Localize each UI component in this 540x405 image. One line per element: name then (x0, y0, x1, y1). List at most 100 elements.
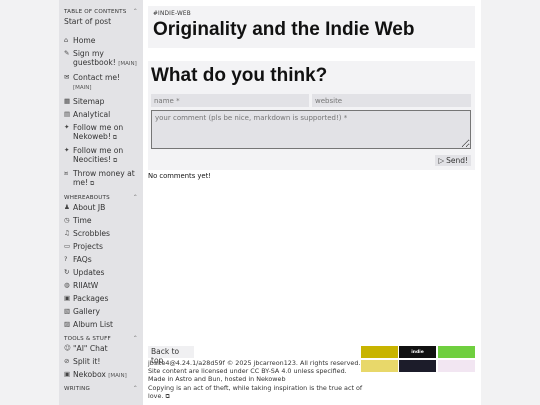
sidebar: TABLE OF CONTENTS ⌃ Start of post ⌂ Home ✎… (59, 0, 143, 405)
tools-header[interactable]: TOOLS & STUFF ⌃ (64, 335, 138, 342)
gallery-icon: ▧ (64, 307, 71, 315)
badge-1[interactable] (361, 346, 398, 358)
faq-icon: ? (64, 255, 68, 263)
post-header: #INDIE-WEB Originality and the Indie Web (148, 6, 475, 48)
sidebar-item-text: RIIAtW (73, 281, 98, 290)
toc-header[interactable]: TABLE OF CONTENTS ⌃ (64, 8, 138, 15)
badge-indie[interactable]: indie (399, 346, 436, 358)
back-to-top-button[interactable]: Back to top (148, 346, 194, 365)
sidebar-item-follow-me-on-nekoweb[interactable]: ✦ Follow me on Nekoweb! ⧉ (64, 123, 138, 142)
sidebar-item-text: Home (73, 36, 95, 45)
sidebar-item-label: Updates (73, 268, 105, 277)
sitemap-icon: ▦ (64, 97, 71, 105)
sidebar-item-ai-chat[interactable]: ☺ "AI" Chat (64, 344, 138, 353)
sidebar-item-contact-me[interactable]: ✉ Contact me! [MAIN] (64, 73, 138, 93)
sidebar-item-label: Analytical (73, 110, 111, 119)
sidebar-item-projects[interactable]: ▭ Projects (64, 242, 138, 251)
name-input[interactable] (151, 94, 309, 107)
sidebar-item-text: Packages (73, 294, 108, 303)
sidebar-item-text: Split it! (73, 357, 100, 366)
sidebar-item-label: About JB (73, 203, 106, 212)
chevron-up-icon[interactable]: ⌃ (133, 8, 138, 15)
post-tag[interactable]: #INDIE-WEB (153, 11, 470, 17)
sidebar-item-label: Throw money at me! (73, 169, 135, 187)
external-link-icon[interactable]: ⧉ (165, 393, 169, 400)
analytics-icon: ▤ (64, 110, 71, 118)
sidebar-item-time[interactable]: ◷ Time (64, 216, 138, 225)
nekobox-icon: ▣ (64, 370, 71, 378)
sidebar-item-riiatw[interactable]: ◍ RIIAtW (64, 281, 138, 290)
chevron-up-icon[interactable]: ⌃ (133, 385, 138, 392)
footer-text: jbsite4@4.24.1/a28d59f © 2025 jbcarreon1… (148, 359, 363, 401)
footer-quote-line: Copying is an act of theft, while taking… (148, 384, 363, 401)
sidebar-item-label: Scrobbles (73, 229, 110, 238)
ai-chat-icon: ☺ (64, 344, 71, 352)
sidebar-item-sitemap[interactable]: ▦ Sitemap (64, 97, 138, 106)
sidebar-item-text: Contact me! [MAIN] (73, 73, 138, 93)
projects-icon: ▭ (64, 242, 71, 250)
sidebar-item-label: Packages (73, 294, 109, 303)
album-icon: ▨ (64, 320, 71, 328)
main-tag: [MAIN] (73, 85, 92, 91)
sidebar-item-updates[interactable]: ↻ Updates (64, 268, 138, 277)
sidebar-item-label: Sitemap (73, 97, 105, 106)
badge-3[interactable] (438, 346, 475, 358)
sidebar-item-text: Follow me on Neocities! ⧉ (73, 146, 138, 165)
toc-item-label: Start of post (64, 17, 112, 26)
sidebar-item-nekobox[interactable]: ▣ Nekobox [MAIN] (64, 370, 138, 381)
send-button[interactable]: ▷ Send! (435, 155, 471, 166)
sidebar-item-label: RIIAtW (73, 281, 99, 290)
globe-icon: ◍ (64, 281, 70, 289)
sidebar-item-album-list[interactable]: ▨ Album List (64, 320, 138, 329)
scrobble-icon: ♫ (64, 229, 70, 237)
sidebar-item-label: "AI" Chat (73, 344, 108, 353)
page-title: Originality and the Indie Web (153, 19, 415, 40)
sidebar-item-text: Album List (73, 320, 113, 329)
badge-6[interactable] (438, 360, 475, 372)
sidebar-item-home[interactable]: ⌂ Home (64, 36, 138, 45)
comment-textarea[interactable] (151, 110, 471, 149)
chevron-up-icon[interactable]: ⌃ (133, 194, 138, 201)
sidebar-item-label: Split it! (73, 357, 101, 366)
sidebar-item-text: Sitemap (73, 97, 104, 106)
toc-item-start[interactable]: Start of post (64, 17, 138, 26)
no-comments-text: No comments yet! (148, 172, 211, 180)
external-link-icon: ⧉ (111, 157, 118, 164)
sidebar-item-label: Album List (73, 320, 114, 329)
whereabouts-header[interactable]: WHEREABOUTS ⌃ (64, 194, 138, 201)
person-icon: ♟ (64, 203, 70, 211)
writing-header[interactable]: WRITING ⌃ (64, 385, 138, 392)
sidebar-item-label: Time (73, 216, 92, 225)
sidebar-item-faqs[interactable]: ? FAQs (64, 255, 138, 264)
footer-quote: Copying is an act of theft, while taking… (148, 383, 363, 400)
sidebar-item-packages[interactable]: ▣ Packages (64, 294, 138, 303)
website-input[interactable] (312, 94, 471, 107)
sidebar-item-label: Sign my guestbook! (73, 49, 116, 67)
sparkle-icon: ✦ (64, 123, 70, 131)
chevron-up-icon[interactable]: ⌃ (133, 335, 138, 342)
sidebar-item-follow-me-on-neocities[interactable]: ✦ Follow me on Neocities! ⧉ (64, 146, 138, 165)
sidebar-item-text: "AI" Chat (73, 344, 108, 353)
sidebar-item-analytical[interactable]: ▤ Analytical (64, 110, 138, 119)
sidebar-item-label: Contact me! (73, 73, 121, 82)
whereabouts-heading: WHEREABOUTS (64, 194, 110, 201)
sidebar-item-text: Projects (73, 242, 103, 251)
sidebar-item-gallery[interactable]: ▧ Gallery (64, 307, 138, 316)
sidebar-item-about-jb[interactable]: ♟ About JB (64, 203, 138, 212)
tools-heading: TOOLS & STUFF (64, 335, 111, 342)
sidebar-item-text: Analytical (73, 110, 110, 119)
send-label: Send! (446, 156, 468, 165)
sidebar-item-text: About JB (73, 203, 105, 212)
sidebar-item-split-it[interactable]: ⊘ Split it! (64, 357, 138, 366)
badge-5[interactable] (399, 360, 436, 372)
badge-4[interactable] (361, 360, 398, 372)
sidebar-item-throw-money-at-me[interactable]: ¤ Throw money at me! ⧉ (64, 169, 138, 188)
sidebar-item-text: Sign my guestbook! [MAIN] (73, 49, 138, 69)
sidebar-item-label: FAQs (73, 255, 92, 264)
signup-icon: ✎ (64, 49, 70, 57)
sidebar-item-scrobbles[interactable]: ♫ Scrobbles (64, 229, 138, 238)
sidebar-item-sign-my-guestbook[interactable]: ✎ Sign my guestbook! [MAIN] (64, 49, 138, 69)
sidebar-item-label: Projects (73, 242, 103, 251)
toc-heading: TABLE OF CONTENTS (64, 8, 127, 15)
sparkle-icon: ✦ (64, 146, 70, 154)
